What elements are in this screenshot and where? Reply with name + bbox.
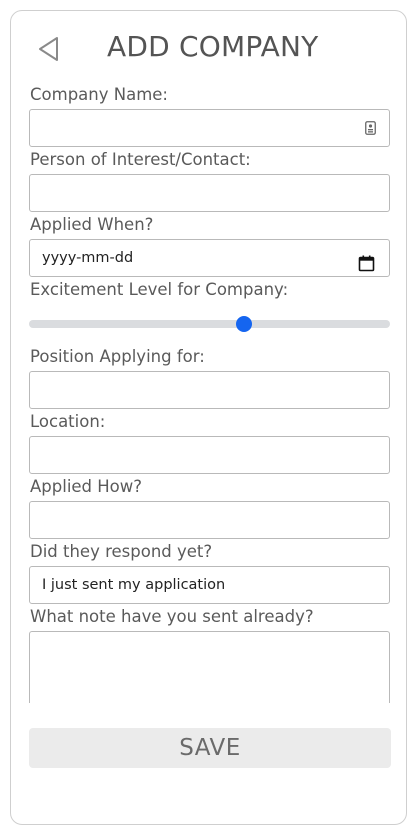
company-name-label: Company Name: bbox=[30, 85, 168, 104]
excitement-label: Excitement Level for Company: bbox=[30, 280, 289, 299]
excitement-slider-thumb[interactable] bbox=[236, 316, 252, 332]
add-company-card: ADD COMPANY Company Name: Person of Inte… bbox=[10, 10, 407, 825]
company-name-input[interactable] bbox=[29, 109, 390, 147]
position-label: Position Applying for: bbox=[30, 347, 205, 366]
contact-input[interactable] bbox=[29, 174, 390, 212]
header: ADD COMPANY bbox=[11, 29, 406, 69]
note-label: What note have you sent already? bbox=[30, 607, 314, 626]
page-title: ADD COMPANY bbox=[107, 30, 319, 63]
location-label: Location: bbox=[30, 412, 106, 431]
applied-when-date-input[interactable]: yyyy-mm-dd bbox=[29, 239, 390, 277]
applied-when-label: Applied When? bbox=[30, 215, 154, 234]
calendar-icon[interactable] bbox=[358, 250, 375, 272]
applied-how-input[interactable] bbox=[29, 501, 390, 539]
back-button[interactable] bbox=[37, 35, 61, 63]
contact-label: Person of Interest/Contact: bbox=[30, 150, 251, 169]
save-button[interactable]: SAVE bbox=[29, 728, 391, 768]
response-input[interactable]: I just sent my application bbox=[29, 566, 390, 604]
excitement-slider-track[interactable] bbox=[29, 320, 390, 328]
back-triangle-icon bbox=[39, 37, 58, 61]
location-input[interactable] bbox=[29, 436, 390, 474]
note-textarea[interactable] bbox=[29, 631, 390, 703]
response-label: Did they respond yet? bbox=[30, 542, 213, 561]
position-input[interactable] bbox=[29, 371, 390, 409]
date-placeholder: yyyy-mm-dd bbox=[42, 250, 134, 266]
contact-card-icon bbox=[365, 120, 376, 135]
applied-how-label: Applied How? bbox=[30, 477, 143, 496]
